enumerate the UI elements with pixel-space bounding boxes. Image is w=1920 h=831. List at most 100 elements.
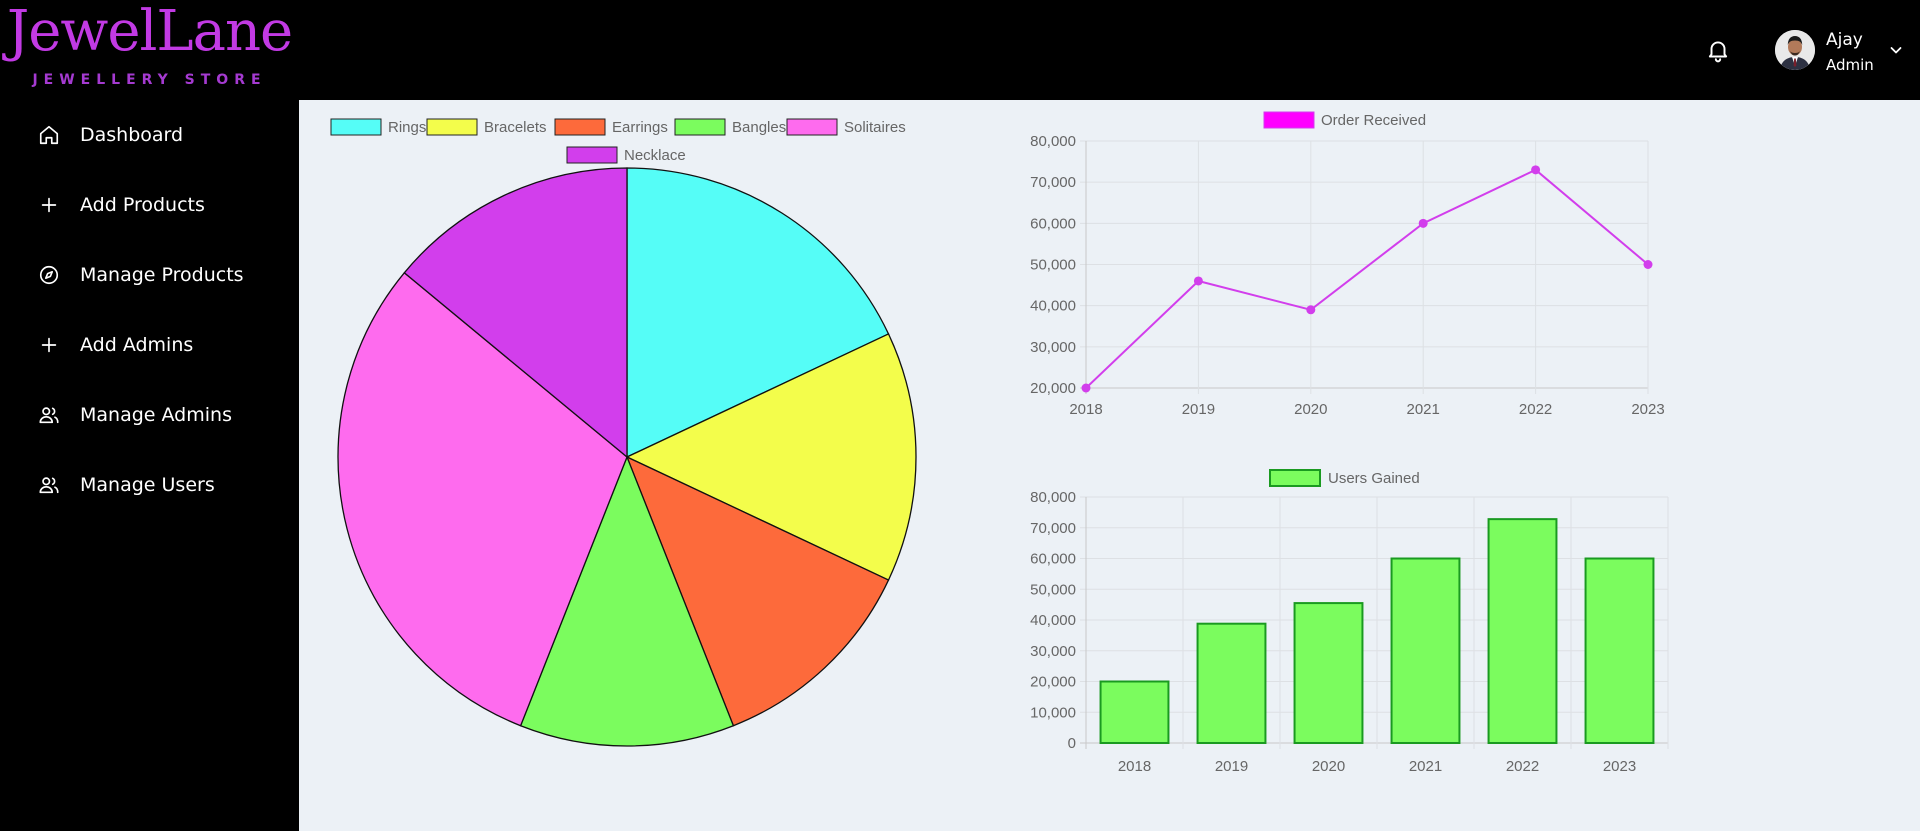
- line-grid: [1080, 140, 1649, 394]
- sidebar-item-label: Manage Admins: [80, 404, 232, 426]
- legend-label: Users Gained: [1328, 470, 1420, 487]
- y-tick-label: 20,000: [1030, 674, 1076, 691]
- y-tick-label: 40,000: [1030, 298, 1076, 315]
- bar-2018: [1099, 680, 1170, 744]
- y-tick-label: 60,000: [1030, 551, 1076, 568]
- y-tick-label: 0: [1068, 735, 1076, 752]
- data-point: [1081, 383, 1091, 393]
- plus-icon: [41, 337, 57, 353]
- legend-label: Solitaires: [844, 119, 906, 136]
- x-tick-label: 2020: [1294, 401, 1327, 418]
- sidebar-item-label: Manage Users: [80, 474, 215, 496]
- legend-swatch: [330, 118, 382, 136]
- data-point: [1643, 260, 1653, 269]
- legend-label: Bracelets: [484, 119, 547, 136]
- bar-y-ticks: 0 10,000 20,000 30,000 40,000 50,000 60,000 70,…: [1030, 489, 1076, 752]
- sidebar-item-label: Dashboard: [80, 124, 184, 146]
- bell-icon[interactable]: [1705, 36, 1731, 64]
- y-tick-label: 50,000: [1030, 257, 1076, 274]
- x-tick-label: 2018: [1118, 758, 1151, 775]
- legend-swatch: [1263, 111, 1315, 129]
- legend-label: Bangles: [732, 119, 786, 136]
- chevron-down-icon[interactable]: [1888, 42, 1904, 58]
- sidebar-item-add-products[interactable]: Add Products: [0, 170, 299, 240]
- line-legend: Order Received: [1263, 111, 1426, 129]
- y-tick-label: 10,000: [1030, 704, 1076, 721]
- users-icon: [39, 407, 59, 424]
- x-tick-label: 2021: [1409, 758, 1442, 775]
- line-y-ticks: 20,000 30,000 40,000 50,000 60,000 70,000 80,0…: [1030, 133, 1076, 397]
- legend-swatch: [426, 118, 478, 136]
- sidebar-item-label: Manage Products: [80, 264, 244, 286]
- data-point: [1418, 218, 1428, 228]
- legend-label: Earrings: [612, 119, 668, 136]
- sidebar-item-manage-products[interactable]: Manage Products: [0, 240, 299, 310]
- sidebar: JewelLane JEWELLERY STORE Dashboard Add …: [0, 0, 299, 831]
- bar-2022: [1487, 518, 1558, 744]
- x-tick-label: 2019: [1182, 401, 1215, 418]
- bar-2020: [1293, 602, 1364, 744]
- line-series: [1081, 165, 1653, 393]
- sidebar-item-add-admins[interactable]: Add Admins: [0, 310, 299, 380]
- compass-icon: [39, 265, 59, 285]
- legend-label: Order Received: [1321, 112, 1426, 129]
- legend-label: Rings: [388, 119, 426, 136]
- legend-swatch: [566, 146, 618, 164]
- x-tick-label: 2018: [1069, 401, 1102, 418]
- pie-legend: Rings Bracelets Earrings Bangles Solitaires N…: [330, 118, 906, 164]
- brand-title: JewelLane: [6, 0, 293, 64]
- plus-icon: [41, 197, 57, 213]
- bar-x-ticks: 2018 2019 2020 2021 2022 2023: [1118, 758, 1636, 775]
- orders-line-chart: Order Received 20,000 30,000 40,000 50,000 6…: [1030, 111, 1665, 418]
- bar-2023: [1584, 557, 1655, 744]
- legend-swatch: [674, 118, 726, 136]
- legend-swatch: [786, 118, 838, 136]
- x-tick-label: 2020: [1312, 758, 1345, 775]
- home-icon: [39, 125, 59, 145]
- x-tick-label: 2022: [1519, 401, 1552, 418]
- x-tick-label: 2023: [1603, 758, 1636, 775]
- legend-swatch: [554, 118, 606, 136]
- avatar[interactable]: [1775, 30, 1815, 70]
- bar-2021: [1390, 557, 1461, 744]
- brand-logo[interactable]: JewelLane JEWELLERY STORE: [0, 0, 299, 100]
- users-icon: [39, 477, 59, 494]
- pie-slices: [337, 167, 917, 747]
- bar-legend: Users Gained: [1269, 469, 1420, 487]
- y-tick-label: 80,000: [1030, 489, 1076, 506]
- y-tick-label: 70,000: [1030, 520, 1076, 537]
- y-tick-label: 40,000: [1030, 612, 1076, 629]
- line-x-ticks: 2018 2019 2020 2021 2022 2023: [1069, 401, 1664, 418]
- sidebar-item-label: Add Admins: [80, 334, 194, 356]
- data-point: [1531, 165, 1541, 175]
- data-point: [1193, 276, 1203, 286]
- user-name: Ajay: [1826, 30, 1863, 50]
- sidebar-nav: Dashboard Add Products Manage Products A…: [0, 100, 299, 520]
- top-header: Ajay Admin: [299, 0, 1920, 100]
- legend-swatch: [1269, 469, 1321, 487]
- data-point: [1306, 305, 1316, 315]
- bar-2019: [1196, 622, 1267, 744]
- x-tick-label: 2021: [1407, 401, 1440, 418]
- x-tick-label: 2022: [1506, 758, 1539, 775]
- y-tick-label: 30,000: [1030, 643, 1076, 660]
- legend-label: Necklace: [624, 147, 686, 164]
- avatar-photo: [1775, 30, 1815, 70]
- y-tick-label: 70,000: [1030, 174, 1076, 191]
- sidebar-item-label: Add Products: [80, 194, 205, 216]
- y-tick-label: 60,000: [1030, 215, 1076, 232]
- sidebar-item-manage-users[interactable]: Manage Users: [0, 450, 299, 520]
- y-tick-label: 50,000: [1030, 581, 1076, 598]
- users-bar-chart: Users Gained 0 10,000 20,000 30,000 40,000 50…: [1030, 469, 1669, 775]
- x-tick-label: 2019: [1215, 758, 1248, 775]
- brand-subtitle: JEWELLERY STORE: [32, 72, 267, 88]
- category-pie-chart: Rings Bracelets Earrings Bangles Solitaires N…: [330, 118, 917, 747]
- sidebar-item-manage-admins[interactable]: Manage Admins: [0, 380, 299, 450]
- y-tick-label: 80,000: [1030, 133, 1076, 150]
- x-tick-label: 2023: [1631, 401, 1664, 418]
- y-tick-label: 30,000: [1030, 339, 1076, 356]
- y-tick-label: 20,000: [1030, 380, 1076, 397]
- sidebar-item-dashboard[interactable]: Dashboard: [0, 100, 299, 170]
- series-line: [1085, 168, 1649, 389]
- user-role: Admin: [1826, 56, 1874, 74]
